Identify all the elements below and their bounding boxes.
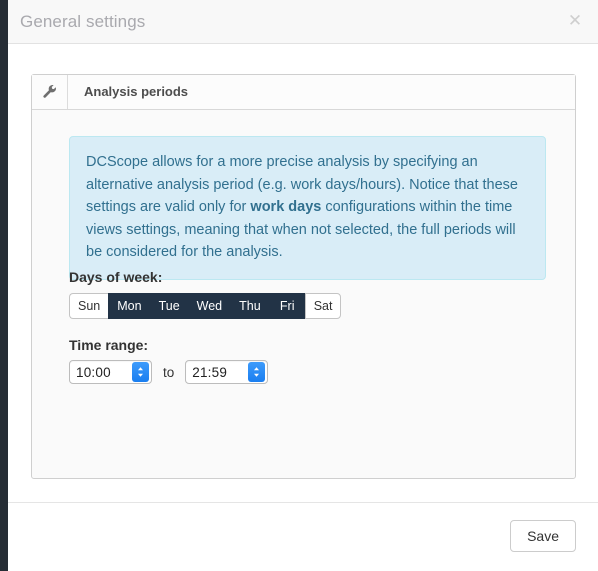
day-button-sun[interactable]: Sun — [69, 293, 109, 319]
day-button-tue[interactable]: Tue — [149, 293, 188, 319]
end-time-stepper[interactable] — [248, 362, 266, 382]
day-button-sat[interactable]: Sat — [304, 293, 342, 319]
page-title: General settings — [20, 12, 146, 31]
info-alert: DCScope allows for a more precise analys… — [69, 136, 546, 280]
wrench-icon — [32, 75, 68, 109]
days-of-week-label: Days of week: — [69, 269, 163, 285]
end-time-field[interactable] — [185, 360, 269, 384]
modal-footer: Save — [8, 502, 598, 571]
day-button-mon[interactable]: Mon — [108, 293, 150, 319]
day-button-fri[interactable]: Fri — [268, 293, 305, 319]
general-settings-modal: General settings ✕ Analysis periods DCSc… — [8, 0, 598, 571]
close-icon[interactable]: ✕ — [564, 10, 586, 32]
modal-header: General settings ✕ — [8, 0, 598, 44]
time-range-row: to — [69, 360, 269, 384]
start-time-stepper[interactable] — [132, 362, 149, 382]
end-time-input[interactable] — [186, 363, 249, 381]
day-button-thu[interactable]: Thu — [230, 293, 269, 319]
time-range-label: Time range: — [69, 337, 149, 353]
info-text-emphasis: work days — [250, 199, 322, 215]
start-time-input[interactable] — [70, 363, 132, 381]
days-of-week-group[interactable]: Sun Mon Tue Wed Thu Fri Sat — [69, 293, 342, 319]
panel-title: Analysis periods — [84, 84, 189, 99]
day-button-wed[interactable]: Wed — [187, 293, 231, 319]
modal-body: Analysis periods DCScope allows for a mo… — [8, 44, 598, 502]
panel-content: DCScope allows for a more precise analys… — [32, 110, 575, 478]
start-time-field[interactable] — [69, 360, 152, 384]
analysis-periods-panel: Analysis periods DCScope allows for a mo… — [31, 74, 576, 479]
panel-header: Analysis periods — [32, 75, 575, 110]
time-range-separator: to — [163, 364, 175, 380]
save-button[interactable]: Save — [510, 520, 576, 552]
